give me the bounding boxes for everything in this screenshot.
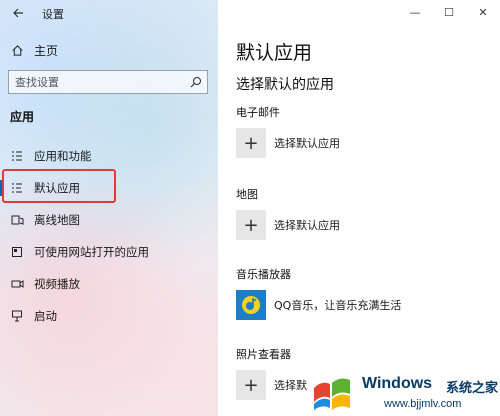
home-label: 主页 xyxy=(34,44,59,58)
choose-music-app-label: QQ音乐，让音乐充满生活 xyxy=(274,299,402,312)
category-music-label: 音乐播放器 xyxy=(236,268,291,281)
qq-music-icon xyxy=(236,290,266,320)
sidebar-item-label: 视频播放 xyxy=(34,277,80,291)
maximize-button[interactable]: ☐ xyxy=(432,0,466,24)
sidebar-item-apps-for-websites[interactable]: 可使用网站打开的应用 xyxy=(0,236,218,268)
choose-maps-app-button[interactable]: + 选择默认应用 xyxy=(236,210,340,240)
app-title: 设置 xyxy=(42,8,64,21)
search-box[interactable] xyxy=(8,70,208,94)
back-arrow-icon xyxy=(13,8,23,18)
choose-photos-app-label: 选择默 xyxy=(274,379,307,392)
main-content: — ☐ ✕ 默认应用 选择默认的应用 电子邮件 + 选择默认应用 地图 + 选择… xyxy=(218,0,500,416)
category-maps-label: 地图 xyxy=(236,188,258,201)
titlebar-left: 设置 xyxy=(0,0,218,26)
sidebar-item-apps-features[interactable]: 应用和功能 xyxy=(0,140,218,172)
sidebar-item-default-apps[interactable]: 默认应用 xyxy=(0,172,218,204)
plus-icon: + xyxy=(236,370,266,400)
sidebar-item-startup[interactable]: 启动 xyxy=(0,300,218,332)
search-input[interactable] xyxy=(9,71,185,93)
choose-photos-app-button[interactable]: + 选择默 xyxy=(236,370,307,400)
offline-maps-icon xyxy=(10,213,24,227)
apps-features-icon xyxy=(10,149,24,163)
watermark-url: www.bjjmlv.com xyxy=(384,398,462,410)
sidebar-item-label: 启动 xyxy=(34,309,57,323)
sidebar-item-label: 默认应用 xyxy=(34,181,80,195)
watermark-site-name: 系统之家 xyxy=(446,381,499,396)
home-link[interactable]: 主页 xyxy=(10,42,58,59)
category-photos-label: 照片查看器 xyxy=(236,348,291,361)
sidebar-item-label: 应用和功能 xyxy=(34,149,92,163)
sidebar-item-offline-maps[interactable]: 离线地图 xyxy=(0,204,218,236)
watermark-brand: Windows xyxy=(362,375,433,392)
sidebar-item-label: 可使用网站打开的应用 xyxy=(34,245,149,259)
windows-logo-icon xyxy=(314,378,350,410)
choose-maps-app-label: 选择默认应用 xyxy=(274,219,340,232)
sidebar-item-video-playback[interactable]: 视频播放 xyxy=(0,268,218,300)
video-playback-icon xyxy=(10,277,24,291)
default-apps-icon xyxy=(10,181,24,195)
sidebar-item-label: 离线地图 xyxy=(34,213,80,227)
close-button[interactable]: ✕ xyxy=(466,0,500,24)
back-button[interactable] xyxy=(6,2,30,24)
choose-email-app-label: 选择默认应用 xyxy=(274,137,340,150)
apps-for-websites-icon xyxy=(10,245,24,259)
home-icon xyxy=(10,44,24,58)
startup-icon xyxy=(10,309,24,323)
watermark: Windows 系统之家 www.bjjmlv.com xyxy=(306,364,500,416)
settings-sidebar: 设置 主页 应用 应用和功能 默认应用 离 xyxy=(0,0,218,416)
minimize-button[interactable]: — xyxy=(398,0,432,24)
page-subtitle: 选择默认的应用 xyxy=(236,77,334,93)
search-icon[interactable] xyxy=(185,71,207,93)
plus-icon: + xyxy=(236,210,266,240)
page-title: 默认应用 xyxy=(236,42,313,64)
window-controls: — ☐ ✕ xyxy=(398,0,500,26)
choose-music-app-button[interactable]: QQ音乐，让音乐充满生活 xyxy=(236,290,401,320)
section-title: 应用 xyxy=(10,110,35,124)
plus-icon: + xyxy=(236,128,266,158)
category-email-label: 电子邮件 xyxy=(236,106,280,119)
choose-email-app-button[interactable]: + 选择默认应用 xyxy=(236,128,340,158)
